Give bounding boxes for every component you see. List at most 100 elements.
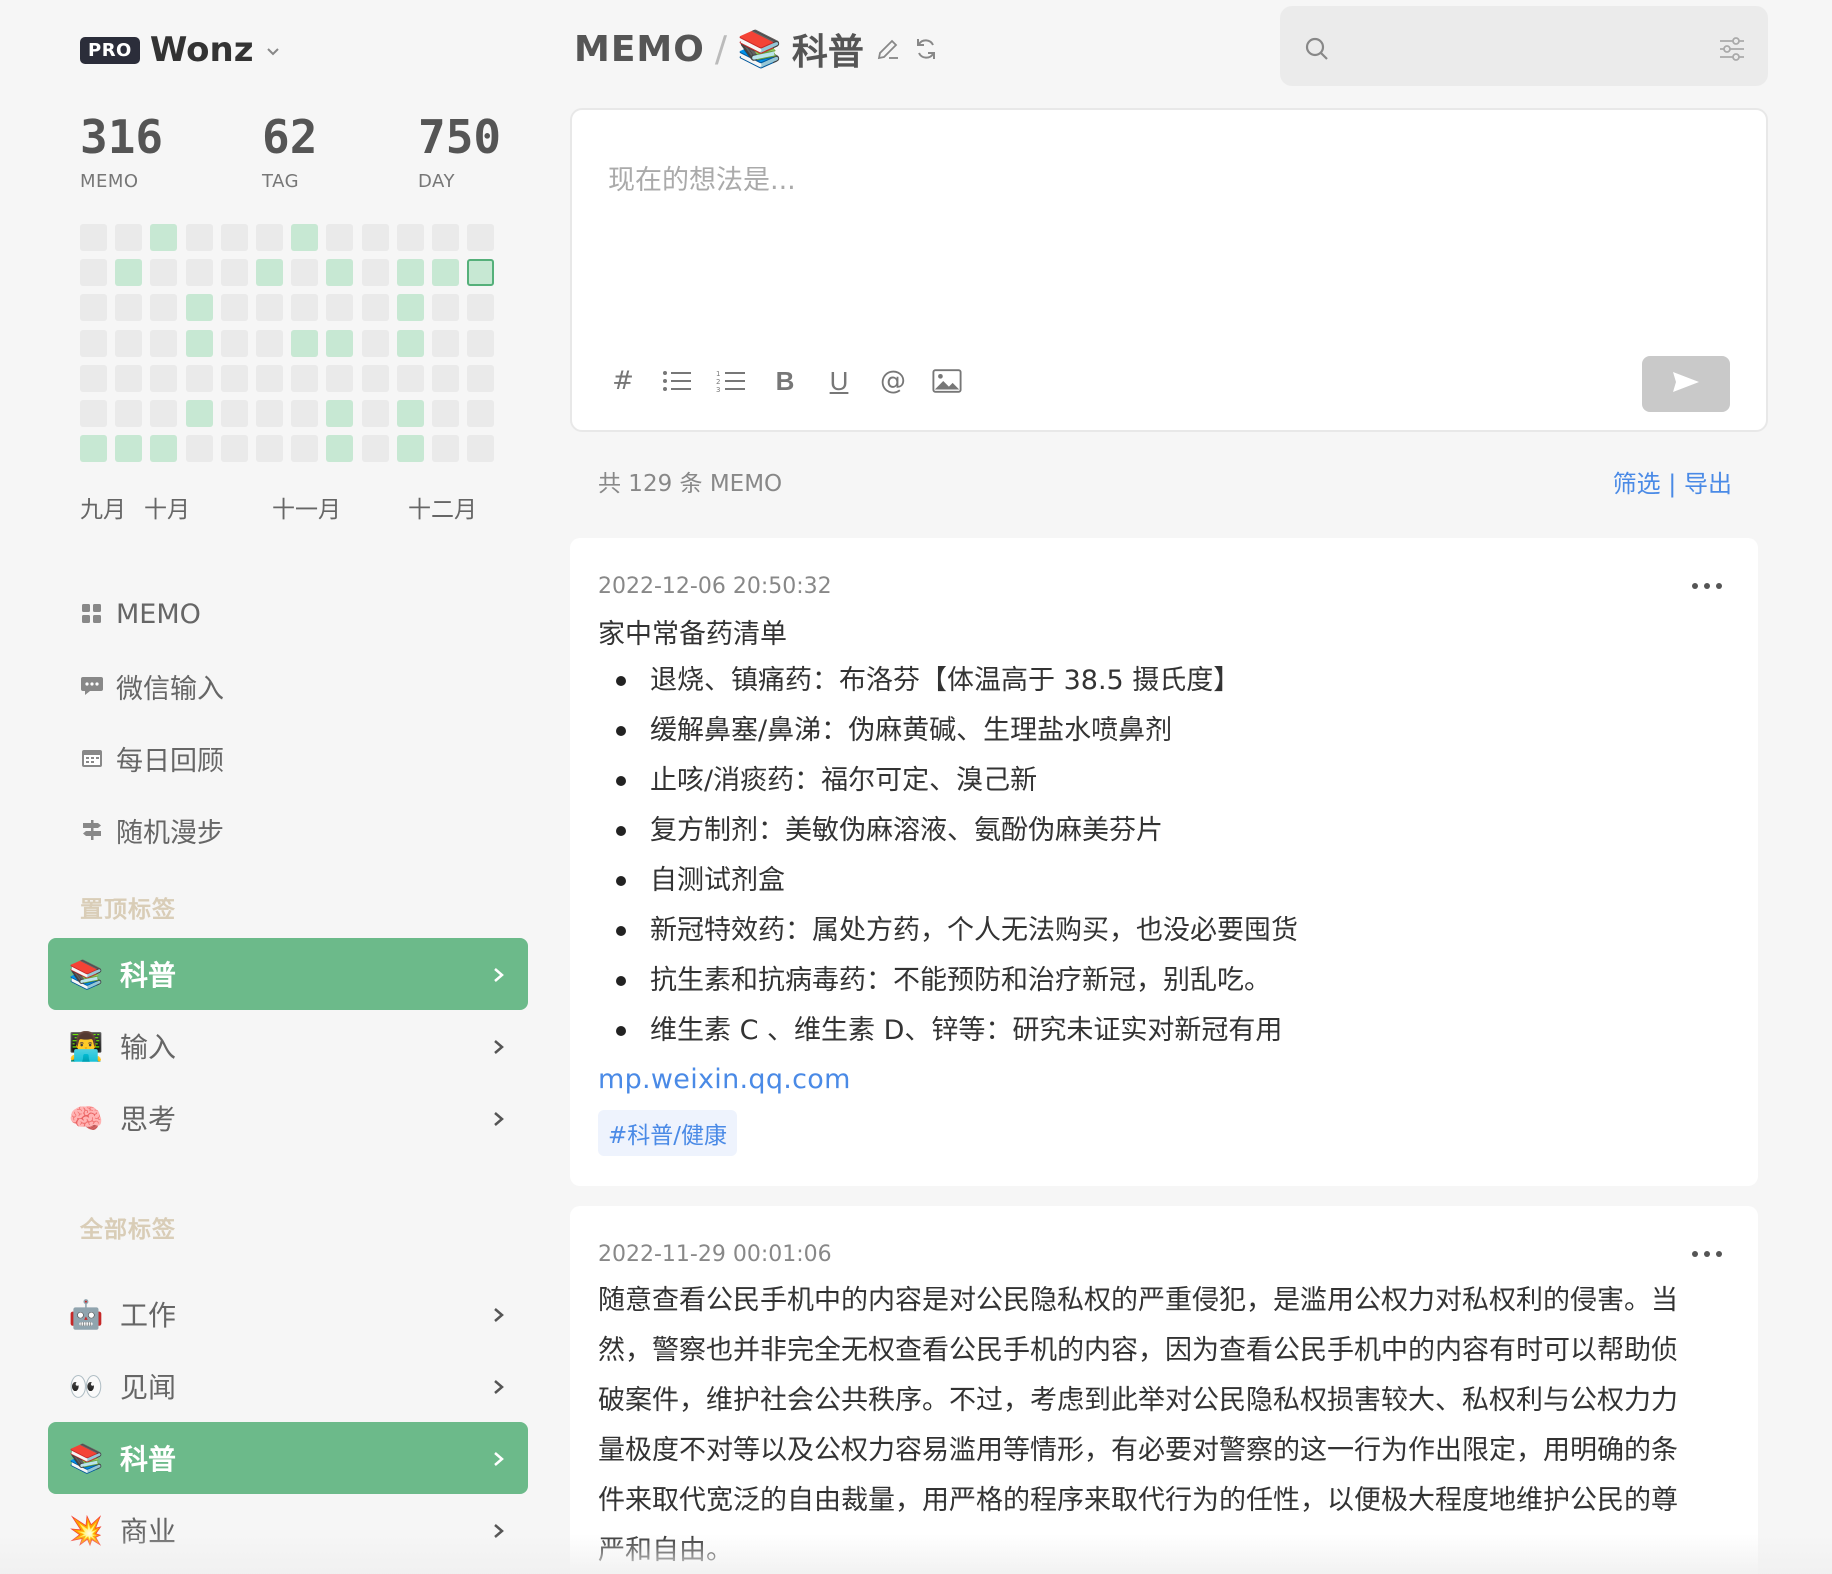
numbered-list-icon[interactable]: 123 xyxy=(716,366,746,396)
send-button[interactable] xyxy=(1642,356,1730,412)
heatmap-cell[interactable] xyxy=(150,224,178,251)
pinned-tag-thinking[interactable]: 🧠 思考 xyxy=(48,1082,528,1154)
heatmap-cell[interactable] xyxy=(256,294,283,322)
export-link[interactable]: 导出 xyxy=(1684,470,1732,498)
more-options-icon[interactable] xyxy=(1692,1249,1722,1259)
heatmap-cell[interactable] xyxy=(396,364,424,392)
editor-placeholder[interactable]: 现在的想法是... xyxy=(608,158,796,197)
heatmap-cell[interactable] xyxy=(432,435,459,463)
heatmap-cell[interactable] xyxy=(150,259,178,287)
heatmap-cell[interactable] xyxy=(291,259,319,287)
memo-editor[interactable]: 现在的想法是... # 123 B U @ xyxy=(570,108,1768,432)
pinned-tag-input[interactable]: 👨‍💻 输入 xyxy=(48,1010,528,1082)
filter-settings-icon[interactable] xyxy=(1718,36,1746,66)
heatmap-cell[interactable] xyxy=(396,294,424,322)
heatmap-cell[interactable] xyxy=(150,435,178,463)
heatmap-cell[interactable] xyxy=(361,224,389,251)
heatmap-cell[interactable] xyxy=(396,259,424,287)
heatmap-cell[interactable] xyxy=(432,224,459,251)
heatmap-cell[interactable] xyxy=(361,400,389,427)
heatmap-cell[interactable] xyxy=(185,329,213,357)
heatmap-cell[interactable] xyxy=(150,400,178,427)
heatmap-cell[interactable] xyxy=(291,329,319,357)
heatmap-cell[interactable] xyxy=(185,364,213,392)
heatmap-cell[interactable] xyxy=(115,364,143,392)
refresh-icon[interactable] xyxy=(912,35,940,63)
tag-observations[interactable]: 👀 见闻 xyxy=(48,1350,528,1422)
heatmap-cell[interactable] xyxy=(185,294,213,322)
heatmap-cell[interactable] xyxy=(396,329,424,357)
heatmap-cell[interactable] xyxy=(220,364,248,392)
heatmap-cell[interactable] xyxy=(467,435,495,463)
heatmap-cell[interactable] xyxy=(256,400,283,427)
heatmap-cell[interactable] xyxy=(115,294,143,322)
breadcrumb-memo[interactable]: MEMO xyxy=(574,29,705,70)
search-input[interactable] xyxy=(1344,24,1674,68)
filter-link[interactable]: 筛选 xyxy=(1613,470,1661,498)
tag-kepu[interactable]: 📚 科普 xyxy=(48,1422,528,1494)
heatmap-cell[interactable] xyxy=(185,435,213,463)
heatmap-cell[interactable] xyxy=(361,259,389,287)
heatmap-cell[interactable] xyxy=(291,435,319,463)
heatmap-cell[interactable] xyxy=(326,329,354,357)
heatmap-cell[interactable] xyxy=(256,435,283,463)
heatmap-cell[interactable] xyxy=(291,400,319,427)
chevron-down-icon[interactable] xyxy=(266,38,280,62)
heatmap-cell[interactable] xyxy=(256,259,283,287)
heatmap-cell[interactable] xyxy=(220,259,248,287)
tag-work[interactable]: 🤖 工作 xyxy=(48,1278,528,1350)
heatmap-cell[interactable] xyxy=(185,224,213,251)
heatmap-cell[interactable] xyxy=(467,400,495,427)
memo-link[interactable]: mp.weixin.qq.com xyxy=(598,1064,851,1095)
nav-item-memo[interactable]: MEMO xyxy=(80,578,224,650)
bullet-list-icon[interactable] xyxy=(662,366,692,396)
heatmap-cell[interactable] xyxy=(291,224,319,251)
heatmap-cell[interactable] xyxy=(326,435,354,463)
heatmap-cell[interactable] xyxy=(361,435,389,463)
heatmap-cell[interactable] xyxy=(115,400,143,427)
pinned-tag-kepu[interactable]: 📚 科普 xyxy=(48,938,528,1010)
heatmap-cell[interactable] xyxy=(432,294,459,322)
heatmap-cell[interactable] xyxy=(361,329,389,357)
heatmap-cell[interactable] xyxy=(396,435,424,463)
heatmap-cell[interactable] xyxy=(115,259,143,287)
heatmap-cell[interactable] xyxy=(256,364,283,392)
heatmap-cell[interactable] xyxy=(326,224,354,251)
heatmap-cell[interactable] xyxy=(467,329,495,357)
edit-icon[interactable] xyxy=(874,35,902,63)
heatmap-cell[interactable] xyxy=(467,364,495,392)
mention-button[interactable]: @ xyxy=(878,366,908,396)
heatmap-cell[interactable] xyxy=(220,400,248,427)
heatmap-cell[interactable] xyxy=(80,364,107,392)
heatmap-cell[interactable] xyxy=(326,259,354,287)
nav-item-daily-review[interactable]: 每日回顾 xyxy=(80,722,224,794)
image-icon[interactable] xyxy=(932,366,962,396)
heatmap-cell[interactable] xyxy=(80,435,107,463)
heatmap-cell[interactable] xyxy=(467,259,495,287)
heatmap-cell[interactable] xyxy=(80,400,107,427)
heatmap-cell[interactable] xyxy=(220,294,248,322)
heatmap-cell[interactable] xyxy=(396,224,424,251)
heatmap-cell[interactable] xyxy=(220,329,248,357)
heatmap-cell[interactable] xyxy=(185,259,213,287)
heatmap-cell[interactable] xyxy=(291,364,319,392)
heatmap-cell[interactable] xyxy=(80,259,107,287)
heatmap-cell[interactable] xyxy=(256,224,283,251)
heatmap-cell[interactable] xyxy=(432,329,459,357)
heatmap-cell[interactable] xyxy=(220,435,248,463)
heatmap-cell[interactable] xyxy=(150,364,178,392)
username[interactable]: Wonz xyxy=(150,30,254,70)
heatmap-cell[interactable] xyxy=(115,224,143,251)
underline-button[interactable]: U xyxy=(824,366,854,396)
heatmap-cell[interactable] xyxy=(326,364,354,392)
nav-item-random-walk[interactable]: 随机漫步 xyxy=(80,794,224,866)
heatmap-cell[interactable] xyxy=(326,294,354,322)
heatmap-cell[interactable] xyxy=(361,294,389,322)
heatmap-cell[interactable] xyxy=(115,435,143,463)
heatmap-cell[interactable] xyxy=(80,294,107,322)
memo-tag[interactable]: #科普/健康 xyxy=(598,1110,738,1156)
user-switcher[interactable]: PRO Wonz xyxy=(80,30,280,70)
heatmap-cell[interactable] xyxy=(326,400,354,427)
heatmap-cell[interactable] xyxy=(467,224,495,251)
bold-button[interactable]: B xyxy=(770,366,800,396)
